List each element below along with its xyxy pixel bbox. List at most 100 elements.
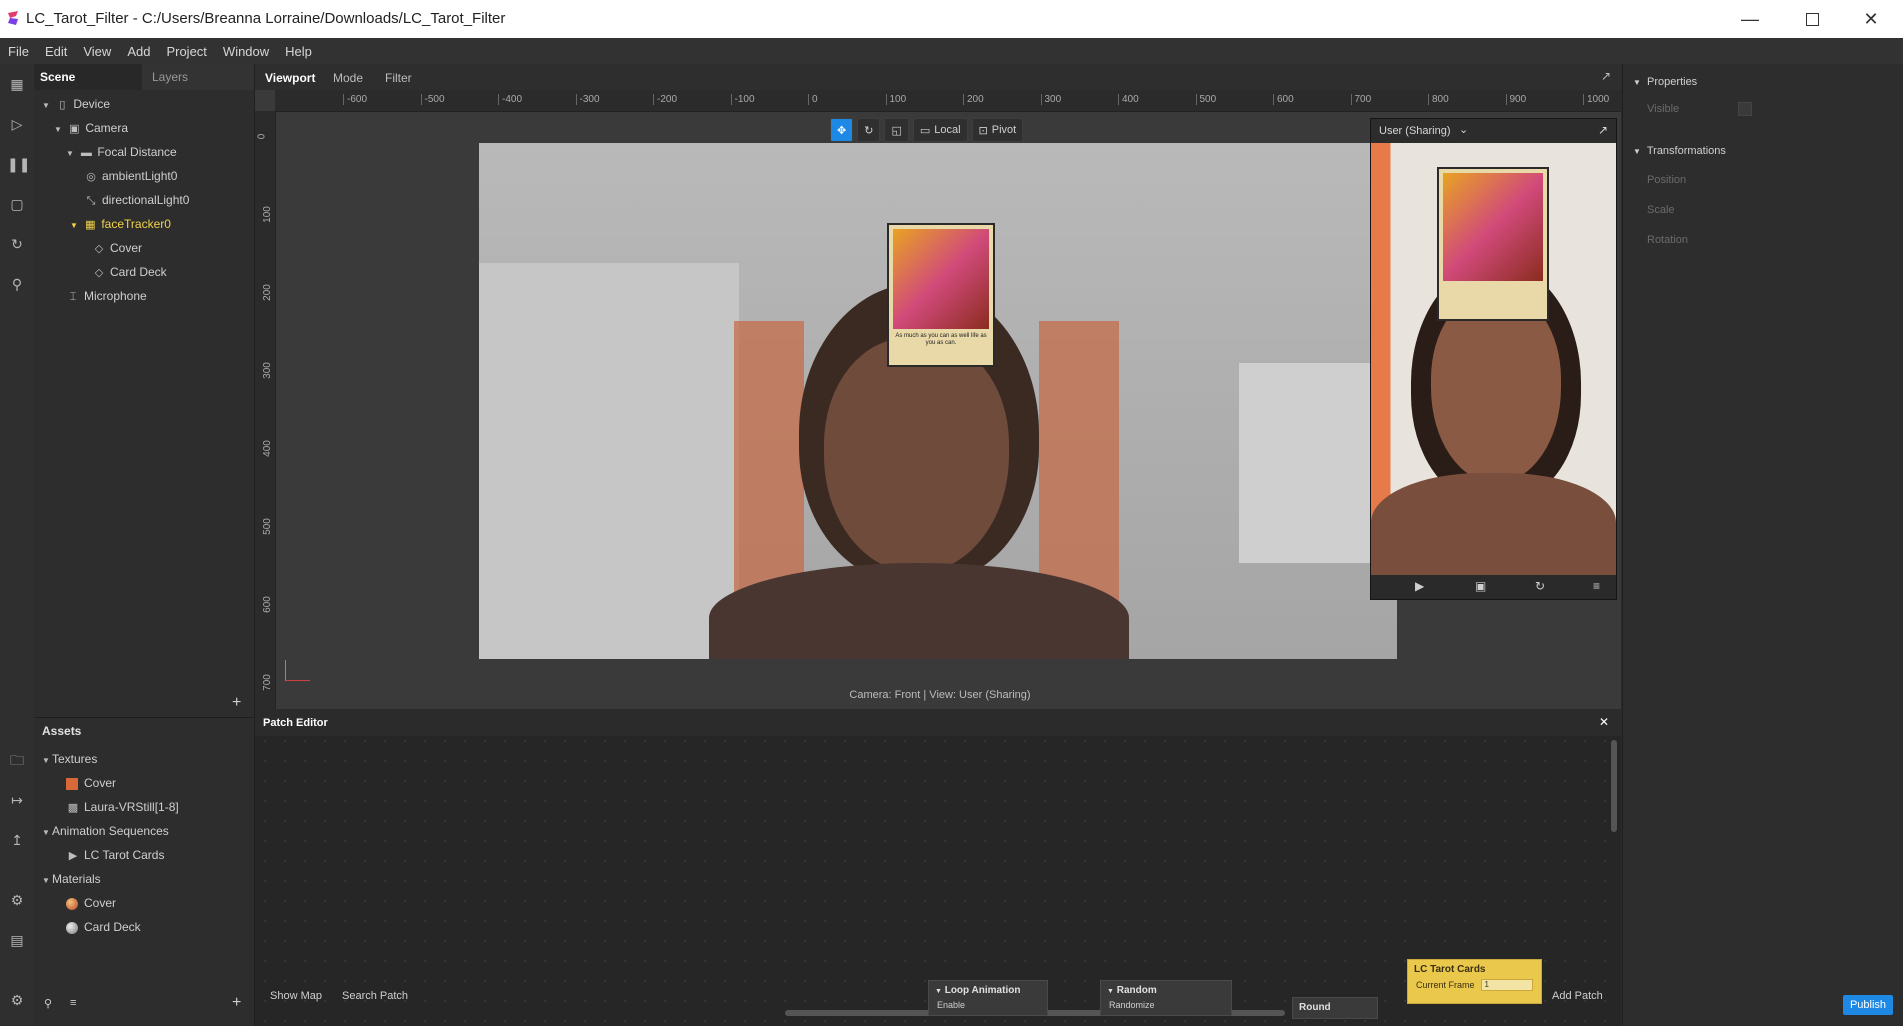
- tree-item-cover[interactable]: ◇ Cover: [92, 237, 142, 259]
- record-video-icon[interactable]: ▶: [1415, 579, 1424, 593]
- show-map-button[interactable]: Show Map: [270, 990, 322, 1002]
- close-window-button[interactable]: ✕: [1843, 0, 1899, 38]
- tab-viewport[interactable]: Viewport: [265, 71, 315, 85]
- collapse-arrow-icon[interactable]: ▼: [42, 870, 52, 892]
- current-frame-input[interactable]: 1: [1480, 979, 1533, 991]
- tree-item-card-deck[interactable]: ◇ Card Deck: [92, 261, 167, 283]
- transformations-section[interactable]: ▼ Transformations: [1633, 145, 1726, 157]
- visible-checkbox[interactable]: [1738, 102, 1752, 116]
- collapse-arrow-icon[interactable]: ▼: [66, 143, 76, 165]
- device-frame-icon[interactable]: ▢: [7, 194, 27, 214]
- chevron-down-icon[interactable]: ⌄: [1459, 123, 1468, 136]
- patch-node-loop-animation[interactable]: ▼ Loop Animation Enable: [928, 980, 1048, 1016]
- tab-filter[interactable]: Filter: [385, 71, 412, 85]
- folder-add-icon[interactable]: 🗀: [7, 750, 27, 770]
- menu-project[interactable]: Project: [158, 44, 214, 59]
- asset-animation-lc-tarot[interactable]: ▶ LC Tarot Cards: [66, 844, 165, 866]
- asset-label: Card Deck: [84, 920, 141, 934]
- rotate-device-icon[interactable]: ↻: [1535, 579, 1545, 593]
- export-icon[interactable]: ↥: [7, 830, 27, 850]
- tab-layers[interactable]: Layers: [142, 64, 254, 90]
- popout-icon[interactable]: ↗: [1598, 123, 1608, 137]
- texture-thumbnail-icon: [66, 777, 78, 790]
- patch-vertical-scrollbar[interactable]: [1611, 740, 1617, 832]
- collapse-arrow-icon[interactable]: ▼: [70, 215, 80, 237]
- local-space-button[interactable]: ▭ Local: [912, 118, 968, 142]
- rotate-tool-button[interactable]: ↻: [857, 118, 881, 142]
- menu-file[interactable]: File: [0, 44, 37, 59]
- screenshot-icon[interactable]: ▣: [1475, 579, 1486, 593]
- assets-group-textures[interactable]: ▼ Textures: [42, 748, 97, 770]
- add-scene-object-button[interactable]: +: [232, 694, 241, 712]
- patch-node-round[interactable]: Round: [1292, 997, 1378, 1019]
- asset-filter-icon[interactable]: ≡: [70, 997, 76, 1009]
- assets-group-animation-sequences[interactable]: ▼ Animation Sequences: [42, 820, 169, 842]
- tree-item-device[interactable]: ▼ ▯ Device: [42, 93, 110, 115]
- maximize-button[interactable]: [1784, 0, 1840, 38]
- tree-item-camera[interactable]: ▼ ▣ Camera: [54, 117, 128, 139]
- collapse-arrow-icon[interactable]: ▼: [42, 822, 52, 844]
- menu-view[interactable]: View: [75, 44, 119, 59]
- asset-texture-cover[interactable]: Cover: [66, 772, 116, 794]
- scale-tool-button[interactable]: ◱: [884, 118, 909, 142]
- node-port-current-frame[interactable]: Current Frame 1: [1408, 979, 1541, 991]
- node-title-label: Loop Animation: [944, 985, 1021, 996]
- asset-material-card-deck[interactable]: Card Deck: [66, 916, 141, 938]
- video-icon[interactable]: ▷: [7, 114, 27, 134]
- bug-icon[interactable]: ⚙: [7, 890, 27, 910]
- popout-icon[interactable]: ↗: [1601, 69, 1611, 83]
- move-tool-button[interactable]: ✥: [830, 118, 854, 142]
- collapse-arrow-icon[interactable]: ▼: [42, 750, 52, 772]
- asset-material-cover[interactable]: Cover: [66, 892, 116, 914]
- search-patch-button[interactable]: Search Patch: [342, 990, 408, 1002]
- console-icon[interactable]: ▤: [7, 930, 27, 950]
- minimize-button[interactable]: —: [1722, 0, 1778, 38]
- tree-item-ambient-light[interactable]: ◎ ambientLight0: [84, 165, 177, 187]
- menu-window[interactable]: Window: [215, 44, 277, 59]
- tree-item-directional-light[interactable]: ⤡ directionalLight0: [84, 189, 190, 211]
- device-simulator[interactable]: User (Sharing) ⌄ ↗ ▶ ▣ ↻ ≡: [1370, 118, 1617, 600]
- tab-scene[interactable]: Scene: [40, 64, 75, 90]
- close-icon[interactable]: ✕: [1599, 715, 1609, 729]
- cube-icon: ▭: [919, 124, 931, 137]
- publish-button[interactable]: Publish: [1843, 995, 1893, 1015]
- tarot-card[interactable]: As much as you can as well life as you a…: [887, 223, 995, 367]
- pivot-button[interactable]: ⊡ Pivot: [971, 118, 1024, 142]
- asset-search-icon[interactable]: ⚲: [44, 997, 52, 1010]
- collapse-arrow-icon[interactable]: ▼: [54, 119, 64, 141]
- camera-preview[interactable]: As much as you can as well life as you a…: [479, 143, 1397, 659]
- tree-item-focal-distance[interactable]: ▼ ▬ Focal Distance: [66, 141, 177, 163]
- simulator-screen: [1371, 143, 1616, 575]
- tab-mode[interactable]: Mode: [333, 71, 363, 85]
- assets-group-materials[interactable]: ▼ Materials: [42, 868, 101, 890]
- node-title-label: Random: [1116, 985, 1157, 996]
- search-icon[interactable]: ⚲: [7, 274, 27, 294]
- settings-gear-icon[interactable]: ⚙: [7, 990, 27, 1010]
- asset-texture-laura[interactable]: ▩ Laura-VRStill[1-8]: [66, 796, 179, 818]
- collapse-arrow-icon[interactable]: ▼: [42, 95, 52, 117]
- menu-add[interactable]: Add: [119, 44, 158, 59]
- patch-node-lc-tarot-cards[interactable]: LC Tarot Cards Current Frame 1: [1407, 959, 1542, 1004]
- import-icon[interactable]: ↦: [7, 790, 27, 810]
- tarot-card: [1437, 167, 1549, 321]
- properties-section[interactable]: ▼ Properties: [1633, 76, 1697, 88]
- tree-item-face-tracker[interactable]: ▼ ▦ faceTracker0: [70, 213, 171, 235]
- camera-icon: ▣: [69, 123, 80, 135]
- menu-help[interactable]: Help: [277, 44, 320, 59]
- add-asset-button[interactable]: +: [232, 994, 241, 1012]
- refresh-icon[interactable]: ↻: [7, 234, 27, 254]
- viewport-toolbar: ✥ ↻ ◱ ▭ Local ⊡ Pivot: [830, 118, 1024, 142]
- tree-item-microphone[interactable]: ⌶ Microphone: [66, 285, 147, 307]
- menu-edit[interactable]: Edit: [37, 44, 75, 59]
- menu-icon[interactable]: ≡: [1593, 579, 1600, 593]
- vertical-ruler: 0 100 200 300 400 500 600 700: [255, 111, 276, 709]
- ruler-tick-label: -500: [420, 94, 445, 105]
- add-patch-button[interactable]: Add Patch: [1552, 990, 1603, 1002]
- patch-editor-title: Patch Editor: [263, 717, 328, 729]
- patch-node-random[interactable]: ▼ Random Randomize: [1100, 980, 1232, 1016]
- simulator-device-select[interactable]: User (Sharing): [1379, 125, 1451, 137]
- layout-icon[interactable]: ▦: [7, 74, 27, 94]
- node-port-randomize[interactable]: Randomize: [1101, 1000, 1231, 1010]
- node-port-enable[interactable]: Enable: [929, 1000, 1047, 1010]
- columns-icon[interactable]: ❚❚: [7, 154, 30, 174]
